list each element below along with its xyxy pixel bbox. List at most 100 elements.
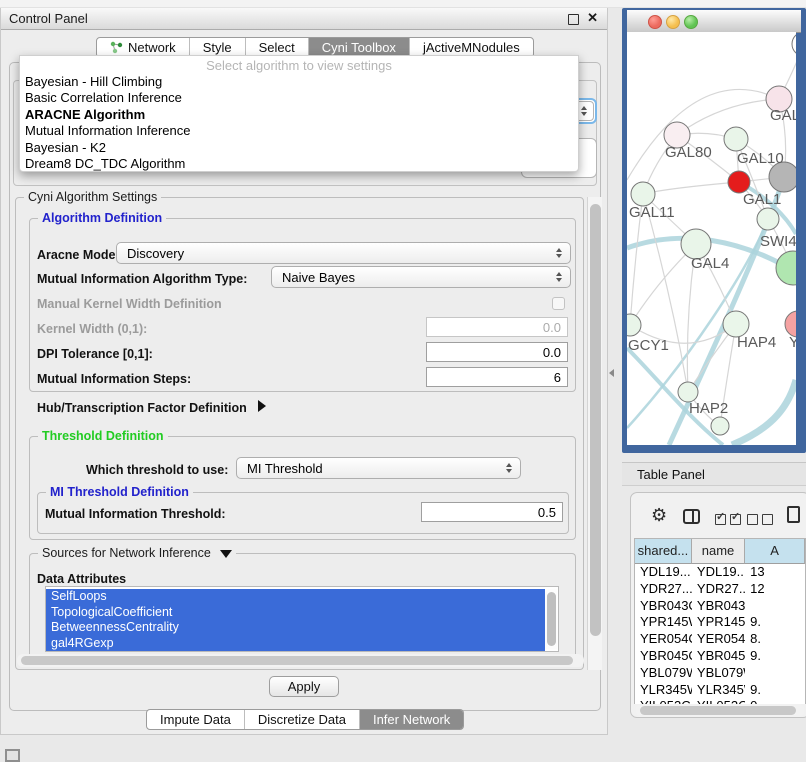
attribute-item[interactable]: SelfLoops <box>46 589 545 605</box>
top-strip <box>0 0 806 8</box>
algorithm-option[interactable]: Bayesian - Hill Climbing <box>23 74 575 90</box>
network-node[interactable] <box>728 171 750 193</box>
float-window-icon[interactable] <box>568 14 579 25</box>
tab-infer-network[interactable]: Infer Network <box>359 710 463 729</box>
scrollbar-thumb[interactable] <box>590 204 601 636</box>
kernel-width-field[interactable]: 0.0 <box>426 317 568 337</box>
zoom-traffic-light-icon[interactable] <box>684 15 698 29</box>
algorithm-option[interactable]: Mutual Information Inference <box>23 123 575 139</box>
panel-resize-handle[interactable] <box>609 369 614 377</box>
table-cell: YBL079W <box>692 665 745 682</box>
table-row[interactable]: YBR045CYBR045C9. <box>635 648 805 665</box>
scrollbar-thumb[interactable] <box>640 706 796 715</box>
network-window-titlebar[interactable] <box>627 10 801 33</box>
dropdown-placeholder: Select algorithm to view settings <box>20 58 578 73</box>
expanded-arrow-icon[interactable] <box>220 550 232 558</box>
minimize-traffic-light-icon[interactable] <box>666 15 680 29</box>
table-row[interactable]: YER054CYER054C8. <box>635 631 805 648</box>
network-node[interactable] <box>631 182 655 206</box>
table-cell: 9. <box>745 614 805 631</box>
scrollbar-thumb[interactable] <box>547 592 556 646</box>
node-label: GAL1 <box>743 191 781 208</box>
close-icon[interactable]: ✕ <box>587 10 598 26</box>
network-node[interactable] <box>627 314 641 336</box>
network-node[interactable] <box>776 251 796 285</box>
select-all-columns-icon[interactable] <box>715 511 745 529</box>
attribute-item[interactable]: gal4RGexp <box>46 636 545 652</box>
network-node[interactable] <box>678 382 698 402</box>
column-header[interactable]: shared... <box>635 539 692 564</box>
network-node[interactable] <box>757 208 779 230</box>
tab-discretize-data[interactable]: Discretize Data <box>244 710 359 729</box>
table-row[interactable]: YBL079WYBL079W <box>635 665 805 682</box>
table-cell: YLR345W <box>635 682 692 699</box>
attribute-item[interactable]: BetweennessCentrality <box>46 620 545 636</box>
dpi-tolerance-field[interactable]: 0.0 <box>426 342 568 362</box>
algorithm-dropdown-overlay: Select algorithm to view settings Bayesi… <box>19 55 579 172</box>
combo-stepper-icon <box>556 248 562 258</box>
table-row[interactable]: YBR043CYBR043C <box>635 598 805 615</box>
deselect-all-columns-icon[interactable] <box>747 511 777 529</box>
algorithm-option[interactable]: Bayesian - K2 <box>23 140 575 156</box>
table-cell: YBR043C <box>692 598 745 615</box>
column-view-icon[interactable] <box>683 509 700 524</box>
scrollbar-thumb[interactable] <box>21 656 573 665</box>
close-traffic-light-icon[interactable] <box>648 15 662 29</box>
apply-button[interactable]: Apply <box>269 676 339 697</box>
minimized-panel-icon[interactable] <box>5 749 20 762</box>
algorithm-option[interactable]: ARACNE Algorithm <box>23 107 575 123</box>
network-edge[interactable] <box>643 182 739 194</box>
table-cell: YBL079W <box>635 665 692 682</box>
settings-horizontal-scrollbar[interactable] <box>17 654 584 667</box>
settings-vertical-scrollbar[interactable] <box>587 197 602 670</box>
mi-steps-label: Mutual Information Steps: <box>37 372 191 386</box>
network-canvas[interactable]: GALGAL80GAL10GAL1GAL11SWI4GAL4GCY1HAP4YH… <box>627 32 796 445</box>
manual-kernel-width-checkbox[interactable] <box>552 297 565 310</box>
tab-impute-data[interactable]: Impute Data <box>147 710 244 729</box>
table-cell: YPR145W <box>692 614 745 631</box>
table-cell: 12 <box>745 581 805 598</box>
document-icon[interactable] <box>787 506 800 523</box>
which-threshold-combo[interactable]: MI Threshold <box>236 457 521 479</box>
table-cell: YBR045C <box>692 648 745 665</box>
table-row[interactable]: YDL19...YDL19...13 <box>635 564 805 581</box>
table-row[interactable]: YLR345WYLR345W9. <box>635 682 805 699</box>
attribute-item[interactable]: TopologicalCoefficient <box>46 605 545 621</box>
node-label: GAL80 <box>665 144 712 161</box>
table-cell: 9. <box>745 682 805 699</box>
hub-definition-label[interactable]: Hub/Transcription Factor Definition <box>37 400 266 415</box>
table-cell: YER054C <box>692 631 745 648</box>
which-threshold-value: MI Threshold <box>247 461 323 476</box>
node-table[interactable]: shared...nameA YDL19...YDL19...13YDR27..… <box>634 538 806 704</box>
mi-algorithm-type-value: Naive Bayes <box>282 270 355 285</box>
hub-definition-text: Hub/Transcription Factor Definition <box>37 401 247 415</box>
network-node[interactable] <box>724 127 748 151</box>
collapsed-arrow-icon[interactable] <box>258 400 266 412</box>
data-attributes-list[interactable]: SelfLoopsTopologicalCoefficientBetweenne… <box>45 586 559 652</box>
table-horizontal-scrollbar[interactable] <box>636 704 804 717</box>
algorithm-option[interactable]: Dream8 DC_TDC Algorithm <box>23 156 575 172</box>
mi-steps-field[interactable]: 6 <box>426 367 568 387</box>
network-node[interactable] <box>711 417 729 435</box>
mi-algorithm-type-label: Mutual Information Algorithm Type: <box>37 272 247 286</box>
node-label: GAL11 <box>629 204 675 221</box>
network-edge[interactable] <box>732 380 796 445</box>
node-label: GAL <box>770 107 796 124</box>
list-vertical-scrollbar[interactable] <box>545 589 557 649</box>
gear-icon[interactable]: ⚙ <box>651 506 667 524</box>
mi-threshold-field[interactable]: 0.5 <box>421 502 563 522</box>
column-header[interactable]: name <box>692 539 745 564</box>
table-row[interactable]: YPR145WYPR145W9. <box>635 614 805 631</box>
aracne-mode-combo[interactable]: Discovery <box>116 242 571 264</box>
algorithm-option[interactable]: Basic Correlation Inference <box>23 90 575 106</box>
sources-title[interactable]: Sources for Network Inference <box>38 546 236 560</box>
table-cell: 13 <box>745 564 805 581</box>
table-cell: 9. <box>745 648 805 665</box>
mi-algorithm-type-combo[interactable]: Naive Bayes <box>271 266 571 288</box>
combo-stepper-icon <box>581 106 587 116</box>
table-row[interactable]: YDR27...YDR27...12 <box>635 581 805 598</box>
mi-threshold-label: Mutual Information Threshold: <box>45 507 226 521</box>
network-node[interactable] <box>792 32 796 56</box>
network-edge[interactable] <box>630 244 696 325</box>
column-header[interactable]: A <box>745 539 805 564</box>
